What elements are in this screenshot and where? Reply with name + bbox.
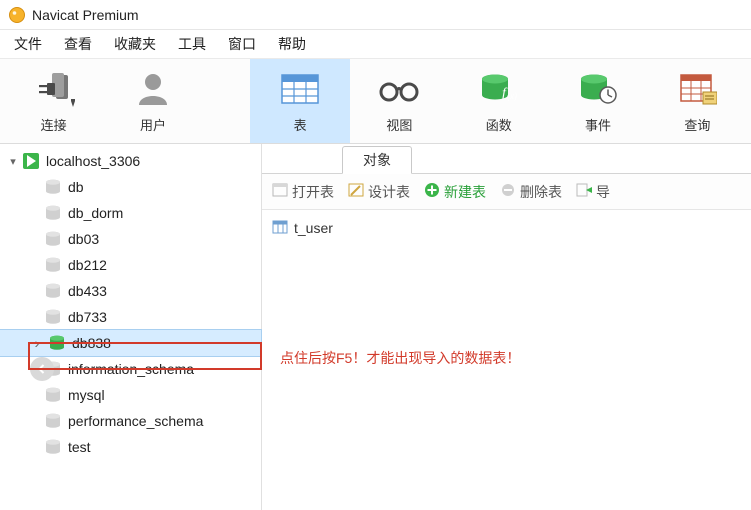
database-icon: [44, 438, 62, 456]
toolbar-user-label: 用户: [140, 115, 166, 134]
app-icon: [8, 6, 26, 24]
titlebar: Navicat Premium: [0, 0, 751, 30]
toolbar-connect[interactable]: 连接: [4, 59, 103, 143]
toolbar-connect-label: 连接: [41, 115, 67, 134]
action-design-table[interactable]: 设计表: [348, 182, 410, 202]
tree-db-mysql[interactable]: mysql: [0, 382, 261, 408]
back-circle-icon[interactable]: [30, 357, 54, 381]
toolbar-table[interactable]: 表: [250, 59, 349, 143]
tree-db-label: mysql: [68, 387, 105, 403]
tree-db-db_dorm[interactable]: db_dorm: [0, 200, 261, 226]
toolbar: 连接 用户 表: [0, 58, 751, 144]
connection-icon: [22, 152, 40, 170]
table-row[interactable]: t_user: [272, 216, 741, 240]
action-open-table-label: 打开表: [292, 182, 334, 202]
table-name: t_user: [294, 220, 333, 236]
toolbar-user[interactable]: 用户: [103, 59, 202, 143]
database-icon: [48, 334, 66, 352]
main-area: ▾ localhost_3306 db db_dorm db03 db212 db433…: [0, 144, 751, 510]
action-delete-table[interactable]: 删除表: [500, 182, 562, 202]
menubar: 文件 查看 收藏夹 工具 窗口 帮助: [0, 30, 751, 58]
action-design-table-label: 设计表: [368, 182, 410, 202]
menu-help[interactable]: 帮助: [278, 34, 306, 54]
toolbar-table-label: 表: [294, 115, 307, 134]
plus-icon: [424, 182, 440, 201]
database-icon: [44, 230, 62, 248]
menu-window[interactable]: 窗口: [228, 34, 256, 54]
tree-db-db733[interactable]: db733: [0, 304, 261, 330]
toolbar-function[interactable]: f (x) 函数: [449, 59, 548, 143]
delete-icon: [500, 183, 516, 200]
open-table-icon: [272, 183, 288, 200]
svg-text:(x): (x): [507, 91, 517, 101]
connection-tree: ▾ localhost_3306 db db_dorm db03 db212 db433…: [0, 144, 262, 510]
tree-db-label: performance_schema: [68, 413, 203, 429]
app-title: Navicat Premium: [32, 7, 139, 23]
action-open-table[interactable]: 打开表: [272, 182, 334, 202]
toolbar-event[interactable]: 事件: [548, 59, 647, 143]
tree-db-label: db433: [68, 283, 107, 299]
chevron-right-icon[interactable]: ›: [30, 335, 44, 351]
menu-view[interactable]: 查看: [64, 34, 92, 54]
user-icon: [133, 69, 173, 109]
action-delete-table-label: 删除表: [520, 182, 562, 202]
query-icon: [677, 69, 717, 109]
database-icon: [44, 204, 62, 222]
action-new-table[interactable]: 新建表: [424, 182, 486, 202]
menu-file[interactable]: 文件: [14, 34, 42, 54]
tree-db-db[interactable]: db: [0, 174, 261, 200]
database-icon: [44, 386, 62, 404]
action-new-table-label: 新建表: [444, 182, 486, 202]
tree-db-db838[interactable]: › db838: [0, 330, 261, 356]
tree-db-label: db212: [68, 257, 107, 273]
toolbar-query-label: 查询: [684, 115, 710, 134]
object-list: t_user: [262, 210, 751, 246]
database-icon: [44, 282, 62, 300]
tree-db-db212[interactable]: db212: [0, 252, 261, 278]
tree-db-label: db_dorm: [68, 205, 123, 221]
function-icon: f (x): [479, 69, 519, 109]
tree-db-label: db03: [68, 231, 99, 247]
object-panel: 对象 打开表 设计表 新建表: [262, 144, 751, 510]
tab-objects-label: 对象: [363, 150, 391, 170]
tree-db-test[interactable]: test: [0, 434, 261, 460]
tree-db-label: db: [68, 179, 84, 195]
database-icon: [44, 412, 62, 430]
action-import-table[interactable]: 导: [576, 182, 610, 202]
chevron-down-icon[interactable]: ▾: [6, 155, 20, 168]
design-icon: [348, 183, 364, 200]
tree-db-db03[interactable]: db03: [0, 226, 261, 252]
action-import-table-label: 导: [596, 182, 610, 202]
toolbar-event-label: 事件: [585, 115, 611, 134]
toolbar-query[interactable]: 查询: [648, 59, 747, 143]
glasses-icon: [375, 69, 423, 109]
database-icon: [44, 178, 62, 196]
table-actionbar: 打开表 设计表 新建表 删除表: [262, 174, 751, 210]
plug-icon: [30, 69, 78, 109]
tree-db-label: db733: [68, 309, 107, 325]
annotation-text: 点住后按F5！才能出现导入的数据表！: [280, 348, 520, 368]
tree-db-db433[interactable]: db433: [0, 278, 261, 304]
toolbar-function-label: 函数: [486, 115, 512, 134]
object-tabs: 对象: [262, 144, 751, 174]
database-icon: [44, 308, 62, 326]
tab-objects[interactable]: 对象: [342, 146, 412, 174]
tree-db-label: information_schema: [68, 361, 194, 377]
tree-connection-label: localhost_3306: [46, 153, 140, 169]
menu-fav[interactable]: 收藏夹: [114, 34, 156, 54]
table-small-icon: [272, 220, 288, 237]
table-icon: [280, 69, 320, 109]
database-icon: [44, 256, 62, 274]
menu-tools[interactable]: 工具: [178, 34, 206, 54]
event-icon: [578, 69, 618, 109]
toolbar-view-label: 视图: [386, 115, 412, 134]
tree-db-performance_schema[interactable]: performance_schema: [0, 408, 261, 434]
toolbar-view[interactable]: 视图: [350, 59, 449, 143]
tree-connection-row[interactable]: ▾ localhost_3306: [0, 148, 261, 174]
tree-db-label: db838: [72, 335, 111, 351]
import-icon: [576, 183, 592, 200]
tree-db-label: test: [68, 439, 91, 455]
